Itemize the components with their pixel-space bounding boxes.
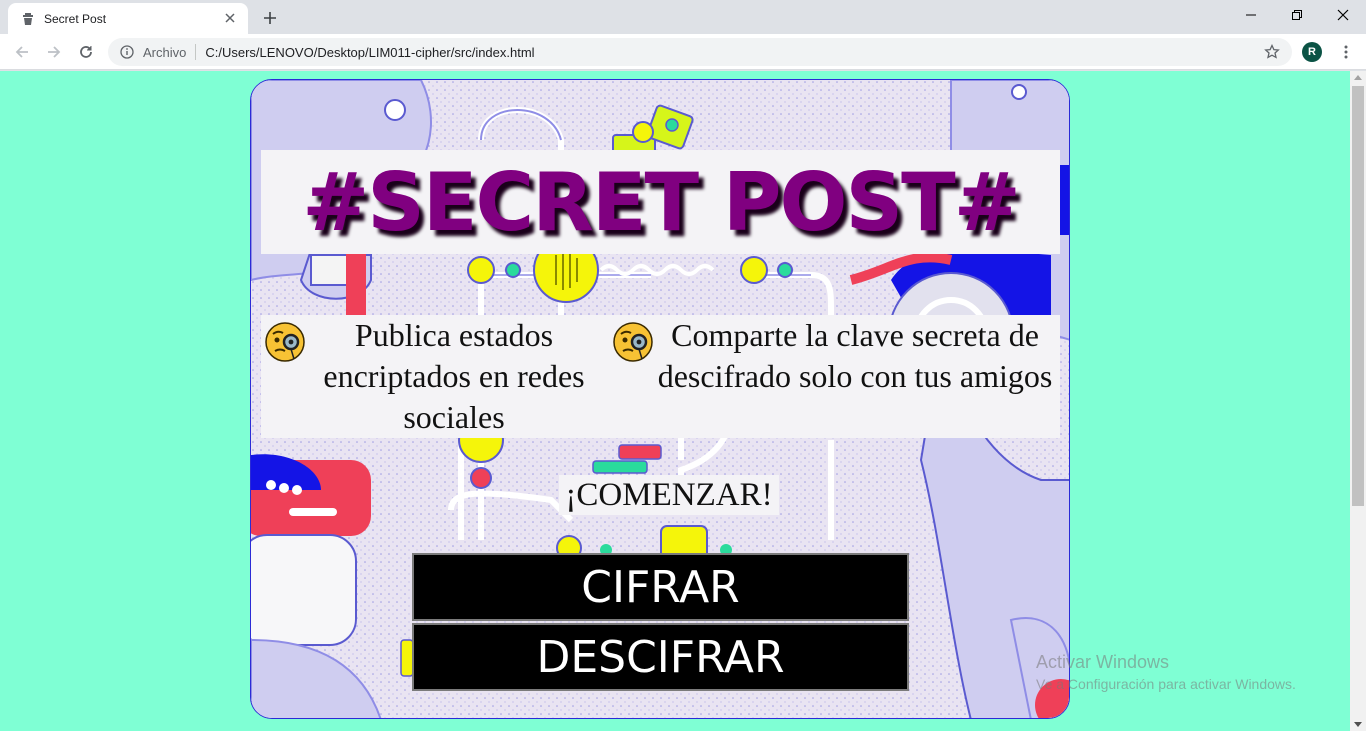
address-url[interactable]: C:/Users/LENOVO/Desktop/LIM011-cipher/sr… bbox=[205, 45, 534, 60]
feature-share-text: Comparte la clave secreta de descifrado … bbox=[657, 317, 1053, 394]
window-controls bbox=[1228, 0, 1366, 30]
close-tab-icon[interactable] bbox=[222, 10, 238, 26]
feature-publish: Publica estados encriptados en redes soc… bbox=[263, 315, 593, 438]
reload-icon bbox=[80, 46, 92, 58]
page-scrollbar[interactable] bbox=[1350, 71, 1366, 731]
arrow-right-icon bbox=[48, 46, 61, 58]
watermark-line-2: Ve a Configuración para activar Windows. bbox=[1036, 676, 1296, 692]
title-panel: #SECRET POST# bbox=[261, 150, 1060, 254]
face-with-monocle-icon bbox=[265, 322, 305, 362]
address-scheme-label: Archivo bbox=[143, 44, 187, 60]
new-tab-button[interactable] bbox=[258, 6, 282, 30]
scrollbar-thumb[interactable] bbox=[1352, 86, 1364, 506]
info-icon[interactable] bbox=[119, 44, 135, 60]
browser-toolbar: Archivo C:/Users/LENOVO/Desktop/LIM011-c… bbox=[0, 34, 1366, 70]
face-with-monocle-icon bbox=[613, 322, 653, 362]
browser-tab[interactable]: Secret Post bbox=[8, 3, 248, 34]
start-label: ¡COMENZAR! bbox=[559, 475, 779, 515]
plus-icon bbox=[264, 12, 276, 24]
watermark-line-1: Activar Windows bbox=[1036, 652, 1170, 672]
restore-button[interactable] bbox=[1274, 0, 1320, 30]
reload-button[interactable] bbox=[74, 40, 98, 64]
page-favicon-icon bbox=[20, 11, 36, 27]
decrypt-button[interactable]: DESCIFRAR bbox=[412, 623, 909, 691]
features-panel: Publica estados encriptados en redes soc… bbox=[261, 315, 1060, 438]
minimize-button[interactable] bbox=[1228, 0, 1274, 30]
profile-avatar[interactable]: R bbox=[1302, 42, 1322, 62]
back-button[interactable] bbox=[10, 40, 34, 64]
windows-activation-watermark: Activar Windows Ve a Configuración para … bbox=[1036, 652, 1296, 692]
arrow-left-icon bbox=[15, 46, 28, 58]
bookmark-star-icon[interactable] bbox=[1264, 44, 1280, 60]
page-viewport: #SECRET POST# Publica estados encriptado… bbox=[0, 71, 1350, 731]
browser-menu-icon[interactable] bbox=[1336, 42, 1356, 62]
scroll-down-arrow-icon[interactable] bbox=[1354, 722, 1362, 727]
feature-share: Comparte la clave secreta de descifrado … bbox=[611, 315, 1060, 438]
encrypt-button[interactable]: CIFRAR bbox=[412, 553, 909, 621]
page-title: #SECRET POST# bbox=[302, 155, 1021, 249]
address-bar[interactable]: Archivo C:/Users/LENOVO/Desktop/LIM011-c… bbox=[108, 38, 1292, 66]
scroll-up-arrow-icon[interactable] bbox=[1354, 75, 1362, 80]
close-window-button[interactable] bbox=[1320, 0, 1366, 30]
main-card: #SECRET POST# Publica estados encriptado… bbox=[250, 79, 1070, 719]
forward-button[interactable] bbox=[42, 40, 66, 64]
tab-title: Secret Post bbox=[44, 11, 107, 26]
feature-publish-text: Publica estados encriptados en redes soc… bbox=[323, 317, 585, 435]
address-separator bbox=[195, 44, 197, 60]
tab-strip: Secret Post bbox=[0, 0, 1366, 34]
